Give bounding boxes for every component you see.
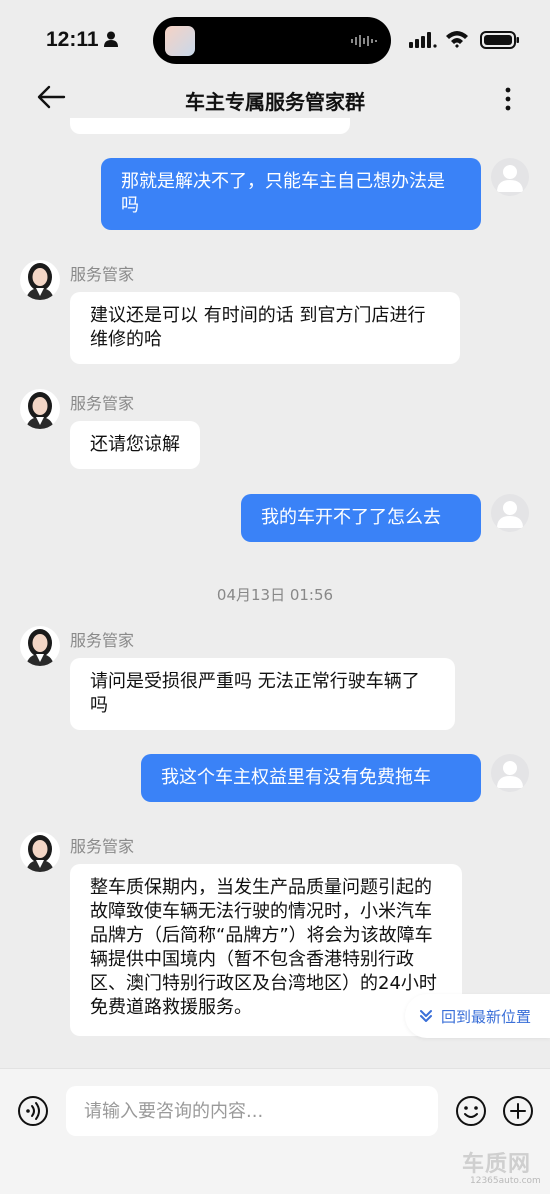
agent-avatar-icon: [26, 263, 54, 300]
my-message-text: 那就是解决不了，只能车主自己想办法是吗: [101, 158, 481, 230]
status-bar: 12:11: [0, 0, 550, 78]
message-timestamp: 04月13日 01:56: [216, 586, 334, 604]
previous-message-bubble: [70, 118, 350, 134]
my-message-text: 我的车开不了了怎么去: [241, 494, 481, 542]
more-options-icon[interactable]: [500, 84, 516, 114]
voice-input-icon[interactable]: [17, 1095, 49, 1127]
sender-name: 服务管家: [70, 631, 135, 650]
agent-message-text: 整车质保期内，当发生产品质量问题引起的故障致使车辆无法行驶的情况时，小米汽车品牌…: [70, 864, 462, 1036]
agent-message-text: 还请您谅解: [70, 421, 200, 469]
user-avatar-icon: [497, 761, 523, 788]
page-title: 车主专属服务管家群: [185, 90, 365, 114]
status-time: 12:11: [46, 28, 99, 51]
agent-message-text: 建议还是可以 有时间的话 到官方门店进行维修的哈: [70, 292, 460, 364]
user-avatar-icon: [497, 165, 523, 192]
message-input[interactable]: [66, 1086, 438, 1136]
add-attachment-icon[interactable]: [502, 1095, 534, 1127]
wifi-icon: [446, 31, 468, 48]
jump-to-latest-label: 回到最新位置: [441, 1007, 532, 1026]
my-message[interactable]: 我这个车主权益里有没有免费拖车: [141, 754, 481, 802]
my-message-text: 我这个车主权益里有没有免费拖车: [141, 754, 481, 802]
sender-name: 服务管家: [70, 394, 135, 413]
emoji-icon[interactable]: [455, 1095, 487, 1127]
watermark-logo: 车质网: [462, 1152, 532, 1177]
person-icon: [104, 31, 118, 47]
agent-avatar[interactable]: [20, 260, 60, 300]
user-avatar-icon: [497, 501, 523, 528]
watermark-url: 12365auto.com: [470, 1176, 541, 1186]
my-avatar[interactable]: [491, 754, 529, 792]
agent-message[interactable]: 建议还是可以 有时间的话 到官方门店进行维修的哈: [70, 292, 460, 364]
agent-message-text: 请问是受损很严重吗 无法正常行驶车辆了吗: [70, 658, 455, 730]
jump-to-latest-button[interactable]: 回到最新位置: [405, 994, 550, 1038]
audio-wave-icon: [351, 35, 377, 47]
my-message[interactable]: 那就是解决不了，只能车主自己想办法是吗: [101, 158, 481, 230]
agent-avatar-icon: [26, 392, 54, 429]
chat-message-list[interactable]: 那就是解决不了，只能车主自己想办法是吗 服务管家 建议还是可以 有时间的话 到官…: [0, 118, 550, 1068]
nav-bar: 车主专属服务管家群: [0, 78, 550, 118]
dynamic-island: [153, 17, 391, 64]
cellular-signal-icon: [409, 32, 437, 48]
sender-name: 服务管家: [70, 265, 135, 284]
agent-avatar[interactable]: [20, 832, 60, 872]
sender-name: 服务管家: [70, 837, 135, 856]
battery-icon: [480, 31, 519, 49]
agent-avatar-icon: [26, 629, 54, 666]
my-message[interactable]: 我的车开不了了怎么去: [241, 494, 481, 542]
double-chevron-down-icon: [420, 1010, 432, 1022]
agent-avatar[interactable]: [20, 626, 60, 666]
agent-avatar[interactable]: [20, 389, 60, 429]
agent-message[interactable]: 请问是受损很严重吗 无法正常行驶车辆了吗: [70, 658, 455, 730]
agent-message[interactable]: 还请您谅解: [70, 421, 200, 469]
my-avatar[interactable]: [491, 158, 529, 196]
agent-message[interactable]: 整车质保期内，当发生产品质量问题引起的故障致使车辆无法行驶的情况时，小米汽车品牌…: [70, 864, 462, 1036]
now-playing-thumbnail: [165, 26, 195, 56]
my-avatar[interactable]: [491, 494, 529, 532]
agent-avatar-icon: [26, 835, 54, 872]
